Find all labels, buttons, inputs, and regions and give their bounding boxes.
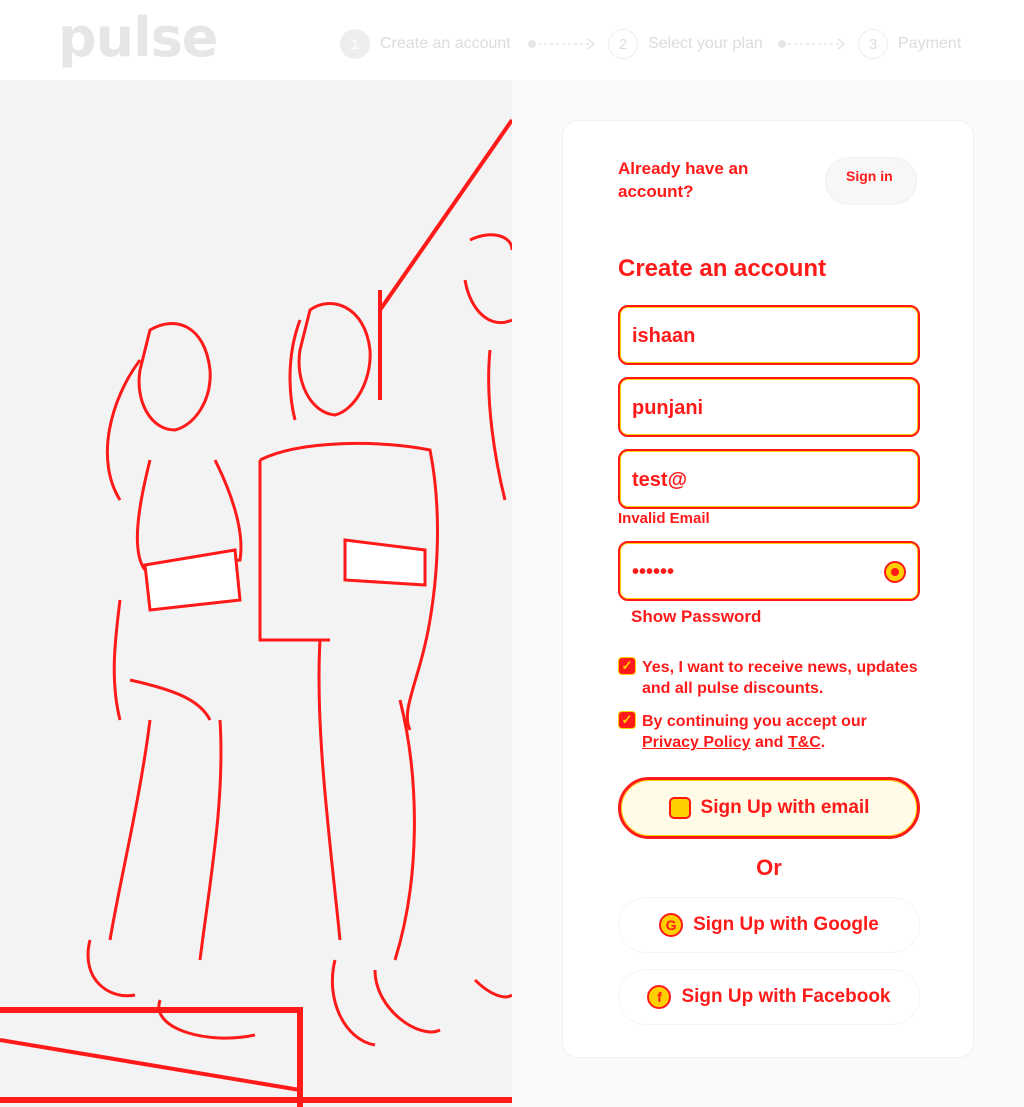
terms-consent-row: ✓ By continuing you accept our Privacy P… (618, 711, 918, 753)
password-value: •••••• (632, 561, 675, 583)
email-icon (668, 797, 691, 819)
email-field[interactable]: test@ (618, 449, 920, 509)
step-label: Payment (898, 35, 962, 52)
step-label: Create an account (380, 35, 511, 52)
news-consent-row: ✓ Yes, I want to receive news, updates a… (618, 657, 918, 699)
top-header: pulse 1 Create an account 2 Select your … (0, 0, 1024, 80)
news-consent-text: Yes, I want to receive news, updates and… (642, 659, 918, 697)
terms-consent-text: By continuing you accept our Privacy Pol… (642, 711, 918, 753)
already-have-account-text: Already have an account? (618, 159, 749, 201)
first-name-value: ishaan (632, 325, 696, 347)
tc-link[interactable]: T&C (788, 734, 821, 751)
terms-suffix: . (820, 734, 826, 751)
last-name-field[interactable]: punjani (618, 377, 920, 437)
facebook-icon: f (647, 985, 672, 1009)
sign-up-email-label: Sign Up with email (700, 797, 870, 818)
password-field[interactable]: •••••• (618, 541, 920, 601)
email-value: test@ (632, 469, 688, 491)
email-error-message: Invalid Email (618, 510, 710, 527)
step-label: Select your plan (648, 35, 763, 52)
sign-up-google-label: Sign Up with Google (693, 914, 879, 935)
sign-up-google-button[interactable]: G Sign Up with Google (618, 897, 920, 953)
first-name-field[interactable]: ishaan (618, 305, 920, 365)
eye-icon[interactable] (884, 561, 906, 583)
step-connector-arrow-icon (528, 38, 596, 50)
terms-prefix: By continuing you accept our (642, 713, 867, 730)
form-title: Create an account (618, 255, 827, 282)
sign-up-email-button[interactable]: Sign Up with email (618, 777, 920, 839)
last-name-value: punjani (632, 397, 704, 419)
hero-photo (0, 80, 512, 1107)
step-create-account: 1 Create an account (340, 29, 511, 59)
hero-photo-illustration (0, 80, 512, 1107)
step-number: 1 (340, 29, 370, 59)
signup-card: Already have an account? Sign in Create … (562, 120, 974, 1058)
step-number: 2 (608, 29, 638, 59)
show-password-toggle[interactable]: Show Password (631, 607, 761, 627)
sign-up-facebook-button[interactable]: f Sign Up with Facebook (618, 969, 920, 1025)
google-icon: G (659, 913, 684, 937)
sign-up-facebook-label: Sign Up with Facebook (681, 986, 891, 1007)
step-select-plan: 2 Select your plan (608, 29, 763, 59)
terms-and: and (750, 734, 788, 751)
privacy-policy-link[interactable]: Privacy Policy (642, 734, 751, 751)
terms-consent-checkbox[interactable]: ✓ (618, 711, 636, 729)
pulse-logo[interactable]: pulse (58, 6, 218, 69)
news-consent-checkbox[interactable]: ✓ (618, 657, 636, 675)
or-divider: Or (756, 855, 782, 880)
sign-in-button[interactable]: Sign in (825, 157, 917, 205)
signup-panel: Already have an account? Sign in Create … (512, 80, 1024, 1107)
step-connector-arrow-icon (778, 38, 846, 50)
step-number: 3 (858, 29, 888, 59)
step-payment: 3 Payment (858, 29, 961, 59)
